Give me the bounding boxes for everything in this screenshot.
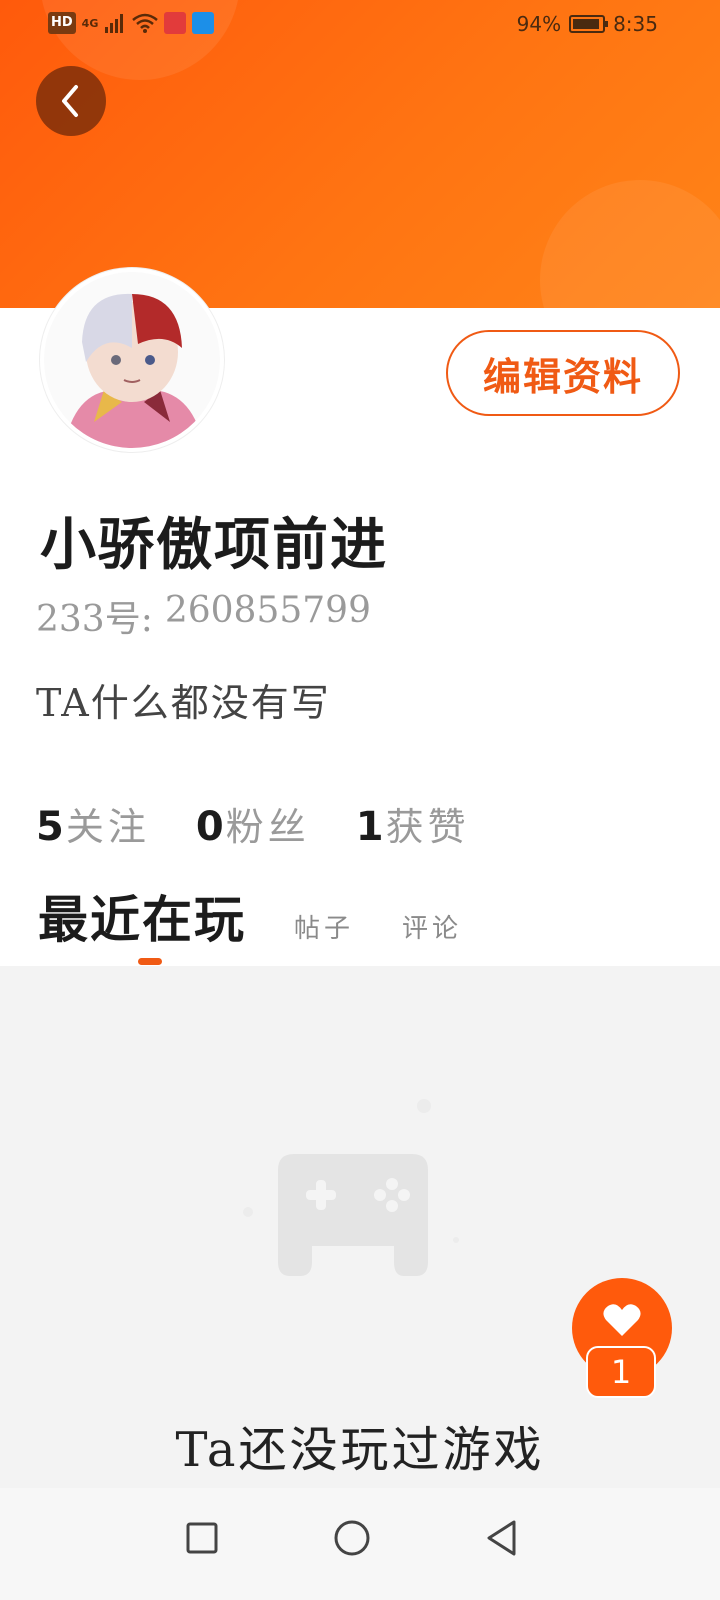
stat-likes-count: 1: [355, 804, 384, 850]
clock: 8:35: [613, 12, 658, 36]
wifi-icon: [132, 13, 159, 33]
battery-percent: 94%: [516, 12, 562, 36]
heart-icon: [603, 1304, 641, 1336]
status-bar: HD 4G 94% 8:35: [0, 0, 720, 50]
user-id-label: 233号:: [36, 599, 153, 640]
empty-state-text: Ta还没玩过游戏: [175, 1422, 545, 1478]
stat-fans-label: 粉丝: [225, 805, 310, 849]
user-id-value: 260855799: [164, 590, 371, 631]
nav-recents-button[interactable]: [174, 1510, 230, 1566]
back-button[interactable]: [36, 66, 106, 136]
signal-icon: [105, 14, 124, 33]
network-type: 4G: [81, 16, 99, 30]
tab-posts[interactable]: 帖子: [294, 908, 354, 945]
stat-following-count: 5: [36, 804, 64, 850]
play-app-icon: [192, 12, 215, 34]
stat-likes[interactable]: 1 获赞: [356, 796, 470, 851]
tab-active-indicator: [138, 958, 162, 965]
square-icon: [186, 1522, 218, 1554]
like-count-badge: 1: [586, 1346, 656, 1398]
book-app-icon: [164, 12, 187, 34]
gamepad-icon: [243, 1099, 459, 1276]
profile-tabs: 最近在玩 帖子 评论: [38, 880, 462, 952]
stat-fans[interactable]: 0 粉丝: [196, 796, 310, 851]
system-nav-bar: [0, 1488, 720, 1600]
hd-badge: HD: [48, 12, 76, 34]
stats-row: 5 关注 0 粉丝 1 获赞: [36, 796, 470, 851]
triangle-back-icon: [487, 1520, 516, 1556]
stat-following[interactable]: 5 关注: [36, 796, 150, 851]
avatar-illustration: [44, 272, 220, 448]
status-left: HD 4G: [48, 12, 215, 34]
tab-comments[interactable]: 评论: [402, 908, 462, 945]
tab-recently-played[interactable]: 最近在玩: [38, 880, 246, 952]
user-id: 233号: 260855799: [36, 590, 371, 642]
chevron-left-icon: [62, 85, 78, 117]
stat-fans-count: 0: [195, 804, 224, 850]
nav-back-button[interactable]: [474, 1510, 530, 1566]
username: 小骄傲项前进: [40, 512, 388, 578]
circle-icon: [334, 1520, 370, 1556]
avatar[interactable]: [40, 268, 224, 452]
battery-icon: [569, 15, 609, 33]
decor-circle: [540, 180, 720, 308]
stat-following-label: 关注: [65, 805, 150, 849]
nav-home-button[interactable]: [324, 1510, 380, 1566]
profile-header-banner: HD 4G 94% 8:35: [0, 0, 720, 308]
status-right: 94% 8:35: [517, 12, 658, 36]
edit-profile-button[interactable]: 编辑资料: [446, 330, 680, 416]
bio: TA什么都没有写: [36, 681, 331, 725]
stat-likes-label: 获赞: [385, 805, 470, 849]
